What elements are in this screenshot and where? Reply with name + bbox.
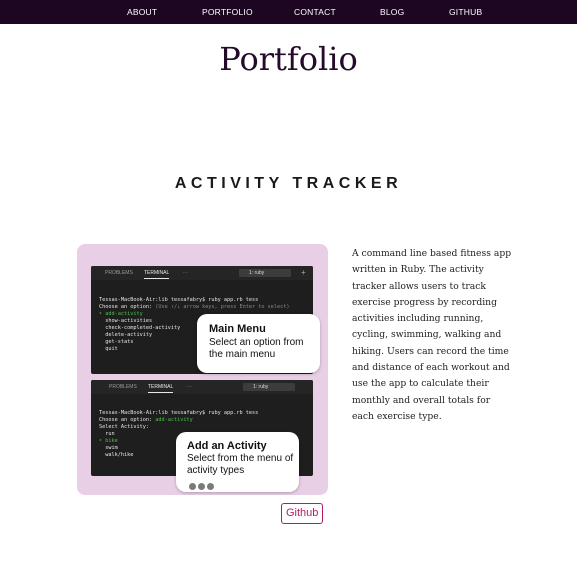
tab-problems: PROBLEMS — [109, 384, 137, 390]
tab-more: ··· — [183, 270, 188, 276]
terminal-line: Choose an option: add-activity — [99, 417, 193, 423]
terminal-line: Select Activity: — [99, 424, 149, 430]
carousel-dot[interactable] — [198, 483, 205, 490]
callout-main-menu: Main Menu Select an option from the main… — [197, 314, 320, 373]
nav-contact-link[interactable]: CONTACT — [294, 0, 336, 24]
shell-select: 1: ruby — [239, 269, 291, 277]
project-title: ACTIVITY TRACKER — [174, 175, 403, 192]
github-button[interactable]: Github — [281, 503, 324, 524]
carousel-dot[interactable] — [207, 483, 214, 490]
nav-blog-link[interactable]: BLOG — [380, 0, 404, 24]
nav-about-link[interactable]: ABOUT — [127, 0, 157, 24]
callout-body: Select from the menu of activity types — [187, 453, 294, 476]
nav-github-link[interactable]: GITHUB — [449, 0, 482, 24]
plus-icon: + — [301, 268, 306, 277]
tab-problems: PROBLEMS — [105, 270, 133, 276]
callout-body: Select an option from the main menu — [209, 337, 304, 360]
top-nav: ABOUT PORTFOLIO CONTACT BLOG GITHUB — [0, 0, 577, 24]
shell-select: 1: ruby — [243, 383, 295, 391]
terminal-tab-bar: PROBLEMS TERMINAL ··· 1: ruby + — [91, 266, 313, 280]
terminal-line: Choose an option: (Use ↑/↓ arrow keys, p… — [99, 304, 290, 310]
terminal-line: Tessas-MacBook-Air:lib tessafabry$ ruby … — [99, 297, 259, 303]
tab-terminal: TERMINAL — [144, 270, 170, 279]
terminal-line: Tessas-MacBook-Air:lib tessafabry$ ruby … — [99, 410, 259, 416]
project-description: A command line based fitness app written… — [352, 248, 512, 422]
tab-more: ··· — [187, 384, 192, 390]
callout-title: Main Menu — [209, 323, 266, 335]
nav-portfolio-link[interactable]: PORTFOLIO — [202, 0, 253, 24]
carousel-dots[interactable] — [189, 483, 214, 490]
page-title: Portfolio — [219, 40, 358, 78]
carousel-dot[interactable] — [189, 483, 196, 490]
terminal-tab-bar: PROBLEMS TERMINAL ··· 1: ruby — [91, 380, 313, 394]
tab-terminal: TERMINAL — [148, 384, 174, 393]
callout-title: Add an Activity — [187, 440, 267, 452]
project-screenshot: PROBLEMS TERMINAL ··· 1: ruby + Tessas-M… — [77, 244, 328, 495]
